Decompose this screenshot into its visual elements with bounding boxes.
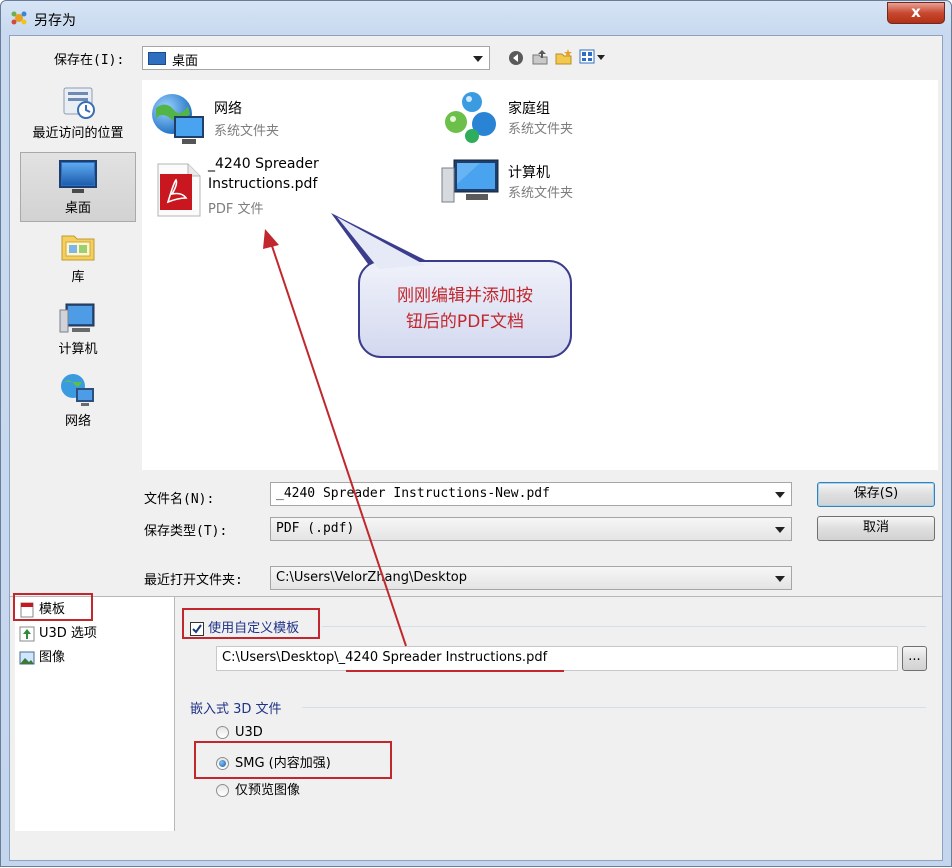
callout-line1: 刚刚编辑并添加按 (397, 286, 533, 306)
callout-line2: 钮后的PDF文档 (405, 312, 525, 332)
callout-text: 刚刚编辑并添加按 钮后的PDF文档 (363, 283, 567, 335)
save-as-dialog: 另存为 x 保存在(I): 桌面 最近访问的位置 桌面 库 计算机 网络 网络 … (0, 0, 952, 867)
annotation-arrow-head (263, 229, 279, 249)
annotation-layer (263, 213, 572, 672)
callout-pointer-fill (337, 217, 425, 269)
